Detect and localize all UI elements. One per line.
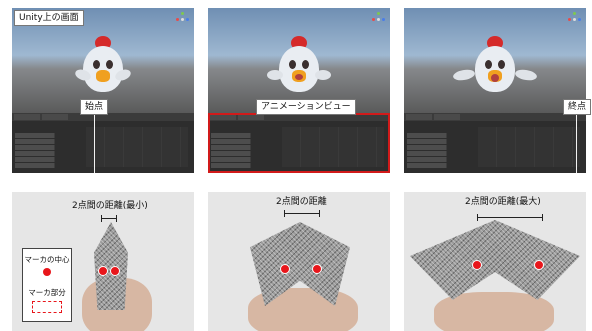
unity-screen-start bbox=[12, 8, 194, 173]
marker-part-rect bbox=[32, 301, 62, 313]
distance-indicator bbox=[284, 210, 320, 217]
start-point-label: 始点 bbox=[80, 99, 109, 115]
unity-screen-end bbox=[404, 8, 586, 173]
timeline-playhead[interactable] bbox=[94, 108, 95, 173]
timeline-playhead[interactable] bbox=[576, 108, 577, 173]
photo-distance-max bbox=[404, 192, 586, 331]
marker-center-dot-icon bbox=[43, 268, 51, 276]
legend-marker-part: マーカ部分 bbox=[28, 288, 66, 297]
scene-gizmo-icon[interactable] bbox=[176, 12, 190, 26]
end-point-label: 終点 bbox=[563, 99, 592, 115]
distance-indicator bbox=[101, 215, 117, 222]
marker-center-dot-icon bbox=[312, 264, 322, 274]
scene-gizmo-icon[interactable] bbox=[372, 12, 386, 26]
distance-mid-label: 2点間の距離 bbox=[276, 197, 327, 207]
marker-center-dot-icon bbox=[110, 266, 120, 276]
animation-timeline[interactable] bbox=[404, 113, 586, 173]
legend-marker-center: マーカの中心 bbox=[24, 255, 70, 264]
distance-min-label: 2点間の距離(最小) bbox=[72, 201, 148, 211]
animation-view-label: アニメーションビュー bbox=[256, 99, 356, 115]
scene-view bbox=[208, 8, 390, 113]
marker-center-dot-icon bbox=[98, 266, 108, 276]
scene-gizmo-icon[interactable] bbox=[568, 12, 582, 26]
legend: マーカの中心 マーカ部分 bbox=[22, 248, 72, 322]
marker-center-dot-icon bbox=[472, 260, 482, 270]
animation-timeline[interactable] bbox=[12, 113, 194, 173]
chicken-character-icon bbox=[452, 36, 538, 96]
folded-paper-open bbox=[410, 220, 580, 300]
marker-center-dot-icon bbox=[280, 264, 290, 274]
scene-view bbox=[404, 8, 586, 113]
chicken-character-icon bbox=[73, 36, 133, 96]
chicken-character-icon bbox=[267, 36, 331, 96]
distance-max-label: 2点間の距離(最大) bbox=[465, 197, 541, 207]
unity-screen-label: Unity上の画面 bbox=[14, 10, 84, 26]
animation-view-highlight bbox=[208, 113, 390, 173]
marker-center-dot-icon bbox=[534, 260, 544, 270]
distance-indicator bbox=[477, 214, 543, 221]
